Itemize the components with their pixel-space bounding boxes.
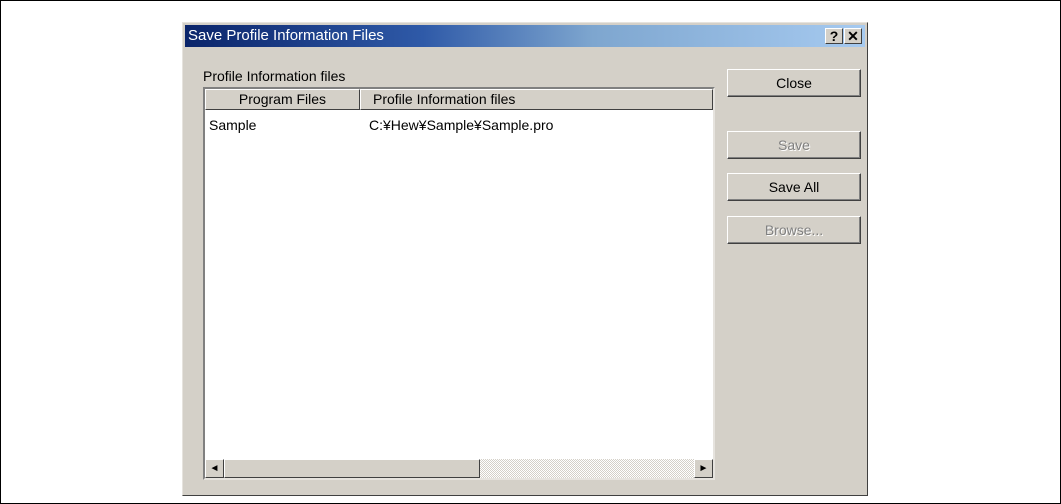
horizontal-scrollbar[interactable]: ◄ ► <box>205 459 713 478</box>
dialog-titlebar: Save Profile Information Files ? ✕ <box>185 25 865 47</box>
profile-files-list[interactable]: Program Files Profile Information files … <box>203 87 715 480</box>
save-profile-dialog: Save Profile Information Files ? ✕ Profi… <box>182 22 868 496</box>
profile-files-label: Profile Information files <box>203 68 346 84</box>
browse-button[interactable]: Browse... <box>727 216 861 244</box>
scroll-left-icon[interactable]: ◄ <box>205 459 224 478</box>
scroll-right-icon[interactable]: ► <box>694 459 713 478</box>
close-icon: ✕ <box>847 28 859 44</box>
close-button[interactable]: Close <box>727 69 861 97</box>
help-icon: ? <box>829 28 839 44</box>
help-button[interactable]: ? <box>825 28 843 44</box>
save-all-button[interactable]: Save All <box>727 173 861 201</box>
column-header-profile-files[interactable]: Profile Information files <box>360 89 713 110</box>
dialog-title: Save Profile Information Files <box>188 27 384 44</box>
row-program-file[interactable]: Sample <box>209 117 256 133</box>
scroll-thumb[interactable] <box>224 459 480 478</box>
row-profile-file[interactable]: C:¥Hew¥Sample¥Sample.pro <box>369 117 553 133</box>
save-button[interactable]: Save <box>727 131 861 159</box>
column-header-program-files[interactable]: Program Files <box>205 89 360 110</box>
title-close-button[interactable]: ✕ <box>844 28 862 44</box>
